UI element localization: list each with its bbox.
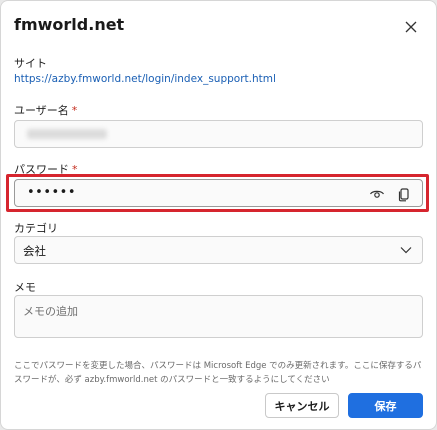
- username-label-text: ユーザー名: [14, 104, 69, 117]
- close-icon: [405, 21, 417, 33]
- site-label: サイト: [14, 57, 47, 70]
- password-field[interactable]: ••••••: [14, 179, 423, 207]
- password-required-mark: *: [72, 163, 78, 176]
- save-button[interactable]: 保存: [348, 393, 423, 418]
- show-password-button[interactable]: [367, 184, 387, 204]
- chevron-down-icon: [400, 247, 412, 254]
- category-selected-value: 会社: [23, 244, 46, 258]
- site-url-link[interactable]: https://azby.fmworld.net/login/index_sup…: [14, 73, 276, 85]
- eye-icon: [369, 190, 385, 198]
- password-label: パスワード *: [14, 161, 78, 177]
- username-field[interactable]: [14, 120, 423, 148]
- password-value: ••••••: [27, 185, 77, 200]
- password-label-text: パスワード: [14, 163, 69, 176]
- username-label: ユーザー名 *: [14, 102, 77, 118]
- category-select[interactable]: 会社: [14, 236, 423, 264]
- username-value-redacted: [27, 129, 107, 139]
- username-required-mark: *: [71, 104, 78, 117]
- category-label: カテゴリ: [14, 222, 58, 235]
- update-notice: ここでパスワードを変更した場合、パスワードは Microsoft Edge での…: [14, 361, 422, 385]
- memo-textarea[interactable]: [14, 295, 423, 338]
- copy-icon: [398, 188, 409, 202]
- cancel-button[interactable]: キャンセル: [265, 393, 339, 418]
- password-edit-dialog: fmworld.net サイト https://azby.fmworld.net…: [0, 0, 437, 430]
- close-button[interactable]: [399, 15, 423, 39]
- dialog-title: fmworld.net: [14, 15, 125, 34]
- memo-label: メモ: [14, 281, 36, 294]
- copy-password-button[interactable]: [394, 184, 414, 204]
